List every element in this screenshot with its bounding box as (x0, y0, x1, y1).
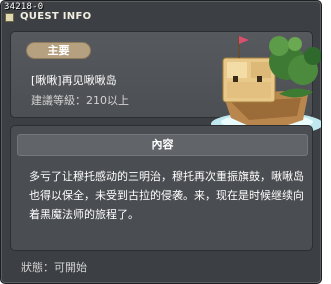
window-title: QUEST INFO (20, 11, 92, 22)
quest-description: 多亏了让穆托感动的三明治，穆托再次重振旗鼓，啾啾岛也得以保全，未受到古拉的侵袭。… (29, 170, 304, 221)
quest-type-badge: 主要 (26, 42, 91, 59)
quest-status: 狀態：可開始 (21, 261, 87, 274)
quest-content-panel: 內容 多亏了让穆托感动的三明治，穆托再次重振旗鼓，啾啾岛也得以保全，未受到古拉的… (10, 125, 313, 251)
quest-info-window: 34218-0 QUEST INFO 主要 [啾啾]再见啾啾岛 建議等級：210… (0, 0, 322, 284)
content-header: 內容 (17, 134, 308, 156)
level-requirement: 建議等級：210以上 (31, 94, 129, 107)
info-square-icon (5, 13, 14, 22)
quest-title: [啾啾]再见啾啾岛 (31, 74, 117, 87)
quest-summary-panel: 主要 [啾啾]再见啾啾岛 建議等級：210以上 (10, 31, 321, 136)
